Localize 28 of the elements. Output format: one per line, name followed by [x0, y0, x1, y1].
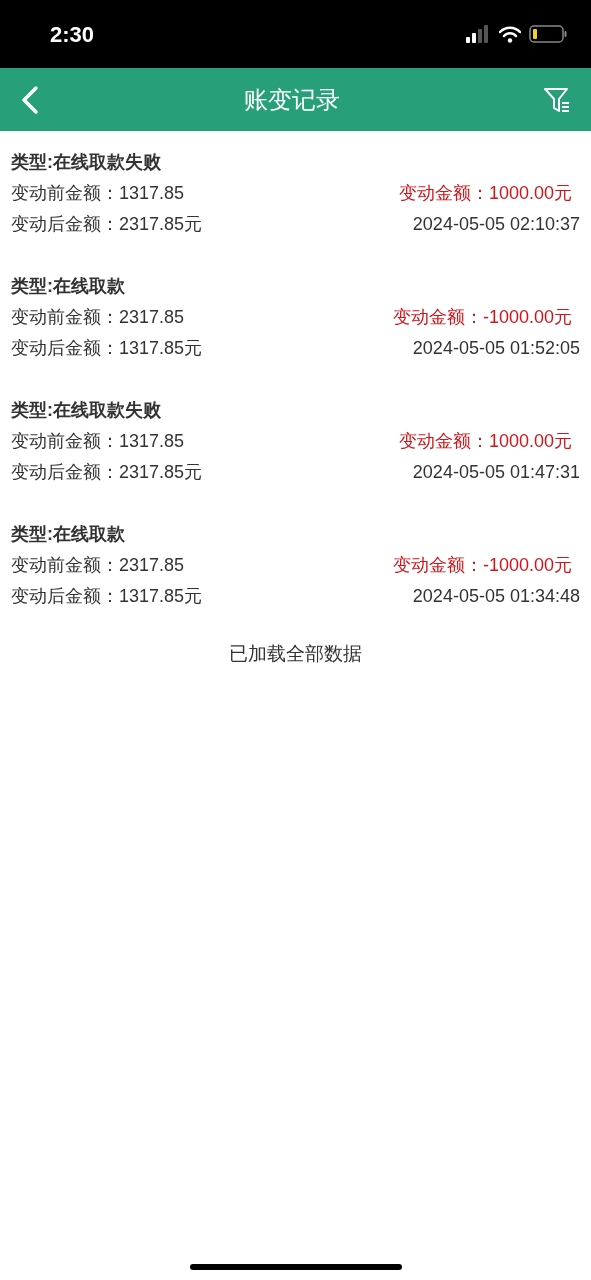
- balance-before: 变动前金额：2317.85: [11, 306, 185, 329]
- change-amount: 变动金额：-1000.00元: [392, 306, 573, 329]
- wifi-icon: [499, 25, 521, 43]
- record-type: 类型:在线取款: [11, 523, 126, 546]
- change-amount: 变动金额：1000.00元: [398, 182, 573, 205]
- balance-after: 变动后金额：2317.85元: [11, 461, 203, 484]
- back-icon[interactable]: [20, 84, 40, 115]
- record-time: 2024-05-05 01:52:05: [412, 337, 580, 360]
- record-time: 2024-05-05 01:47:31: [412, 461, 580, 484]
- change-amount: 变动金额：-1000.00元: [392, 554, 573, 577]
- signal-icon: [465, 25, 491, 43]
- battery-icon: [529, 25, 567, 43]
- record-time: 2024-05-05 02:10:37: [412, 213, 580, 236]
- load-complete-note: 已加载全部数据: [229, 642, 362, 666]
- record-time: 2024-05-05 01:34:48: [412, 585, 580, 608]
- record-type: 类型:在线取款失败: [11, 399, 162, 422]
- balance-after: 变动后金额：2317.85元: [11, 213, 203, 236]
- balance-before: 变动前金额：2317.85: [11, 554, 185, 577]
- filter-icon[interactable]: [543, 85, 571, 114]
- change-amount: 变动金额：1000.00元: [398, 430, 573, 453]
- record-type: 类型:在线取款: [11, 275, 126, 298]
- balance-before: 变动前金额：1317.85: [11, 182, 185, 205]
- balance-after: 变动后金额：1317.85元: [11, 337, 203, 360]
- record-type: 类型:在线取款失败: [11, 151, 162, 174]
- balance-after: 变动后金额：1317.85元: [11, 585, 203, 608]
- balance-before: 变动前金额：1317.85: [11, 430, 185, 453]
- page-title: 账变记录: [243, 84, 340, 115]
- status-time: 2:30: [50, 20, 95, 49]
